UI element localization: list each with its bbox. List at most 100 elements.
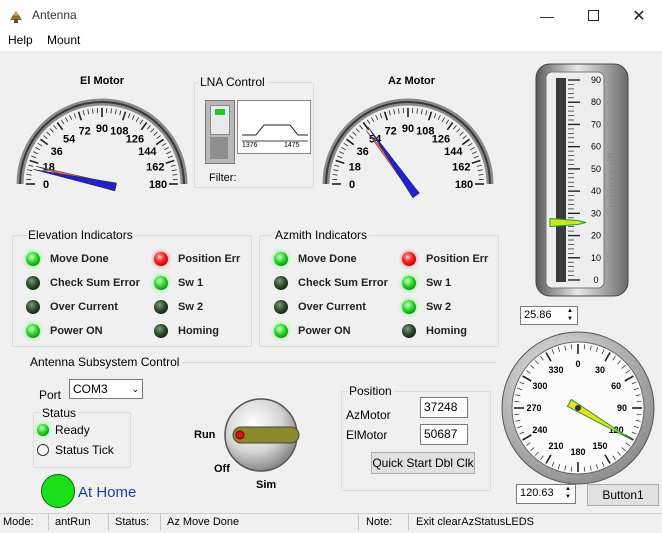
compass-hub [575, 405, 581, 411]
gauge-tick [385, 112, 388, 121]
spin-up-icon: ▲ [563, 307, 577, 315]
spin-down-icon: ▼ [563, 315, 577, 323]
gauge-tick [79, 112, 82, 121]
close-icon: ✕ [632, 6, 645, 26]
close-button[interactable]: ✕ [616, 0, 662, 31]
gauge-tick [92, 109, 93, 114]
status-tick-radio[interactable] [37, 444, 49, 456]
status-separator [408, 514, 409, 531]
mode-rotary-switch[interactable] [221, 395, 301, 475]
status-led [154, 276, 168, 290]
minimize-icon: — [540, 8, 554, 24]
gauge-tick [111, 109, 112, 114]
indicator-label: Sw 2 [178, 301, 203, 313]
gauge-tick [166, 152, 171, 154]
gauge-tick [162, 143, 166, 146]
indicator-label: Move Done [50, 253, 109, 265]
indicator-label: Power ON [298, 325, 351, 337]
gauge-tick [70, 115, 72, 120]
port-select[interactable]: COM3 ⌄ [69, 379, 143, 399]
status-led [154, 300, 168, 314]
indicator-label: Sw 2 [426, 301, 451, 313]
lna-switch[interactable] [205, 100, 235, 164]
filter-freq-low: 1376 [242, 142, 258, 149]
el-motor-field[interactable]: 50687 [420, 424, 468, 445]
azimuth-spinner[interactable]: ▲▼ [561, 485, 575, 503]
gauge-tick-label: 0 [349, 179, 355, 191]
menu-bar [0, 31, 662, 51]
status-led [26, 300, 40, 314]
gauge-tick-label: 90 [402, 123, 414, 135]
indicator-label: Power ON [50, 325, 103, 337]
lna-control-title: LNA Control [198, 75, 267, 89]
status-led [402, 252, 416, 266]
bar-gauge-tick-label: 60 [591, 142, 601, 152]
minimize-button[interactable]: — [524, 0, 570, 31]
status-led [402, 276, 416, 290]
spin-down-icon: ▼ [561, 493, 575, 501]
gauge-tick [389, 110, 390, 115]
gauge-tick [339, 152, 344, 154]
gauge-tick [168, 156, 173, 158]
bar-gauge-tick-label: 70 [591, 119, 601, 129]
quick-start-button[interactable]: Quick Start Dbl Clk [371, 452, 475, 474]
gauge-tick [472, 152, 477, 154]
ready-label: Ready [55, 423, 90, 437]
gauge-tick [47, 132, 51, 135]
switch-off-label: Off [214, 463, 230, 475]
gauge-tick [157, 136, 161, 139]
gauge-tick-label: 54 [63, 134, 76, 146]
menu-mount[interactable]: Mount [47, 33, 80, 47]
gauge-tick-label: 36 [51, 146, 63, 158]
status-note-label: Note: [366, 516, 392, 528]
status-led [26, 324, 40, 338]
elevation-spinner[interactable]: ▲▼ [563, 307, 577, 324]
gauge-tick [115, 109, 116, 114]
position-title: Position [347, 384, 394, 398]
gauge-tick [38, 143, 42, 146]
gauge-tick [446, 120, 449, 124]
at-home-label: At Home [78, 484, 136, 501]
gauge-tick [74, 113, 76, 118]
azimuth-compass-gauge: 0306090120150180210240270300330 [500, 330, 656, 486]
gauge-tick [57, 123, 62, 130]
gauge-tick [426, 110, 427, 115]
status-led [274, 276, 288, 290]
gauge-tick [347, 139, 354, 144]
bar-gauge-tick-label: 0 [593, 275, 598, 285]
az-motor-value: 37248 [424, 400, 457, 414]
gauge-tick-label: 180 [149, 179, 167, 191]
gauge-tick [460, 132, 464, 135]
az-motor-gauge: 01836547290108126144162180 [318, 88, 500, 218]
gauge-tick [141, 123, 146, 130]
elevation-bar-gauge: 0102030405060708090gElevation [534, 62, 630, 298]
compass-tick-label: 0 [575, 359, 580, 369]
gauge-tick-label: 72 [385, 126, 397, 138]
gauge-tick [477, 165, 482, 166]
gauge-tick [356, 129, 359, 133]
status-tick-label: Status Tick [55, 443, 114, 457]
az-motor-label: AzMotor [346, 408, 391, 422]
az-motor-field[interactable]: 37248 [420, 397, 468, 418]
gauge-tick [123, 112, 126, 121]
gauge-tick [33, 152, 38, 154]
compass-tick-label: 300 [532, 381, 547, 391]
button1[interactable]: Button1 [587, 484, 659, 506]
gauge-tick [341, 147, 345, 149]
lna-switch-led [215, 109, 225, 115]
bar-gauge-track [556, 78, 566, 282]
maximize-button[interactable] [570, 0, 616, 31]
gauge-tick [35, 147, 39, 149]
status-title: Status [40, 406, 78, 420]
menu-help[interactable]: Help [8, 33, 33, 47]
bar-gauge-tick-label: 50 [591, 164, 601, 174]
gauge-tick [83, 110, 84, 115]
ready-radio[interactable] [37, 424, 49, 436]
gauge-tick [50, 129, 53, 133]
status-led [154, 252, 168, 266]
status-led [26, 276, 40, 290]
indicator-label: Over Current [50, 301, 118, 313]
indicator-label: Sw 1 [426, 277, 451, 289]
gauge-tick-label: 36 [357, 146, 369, 158]
port-value: COM3 [73, 382, 108, 396]
